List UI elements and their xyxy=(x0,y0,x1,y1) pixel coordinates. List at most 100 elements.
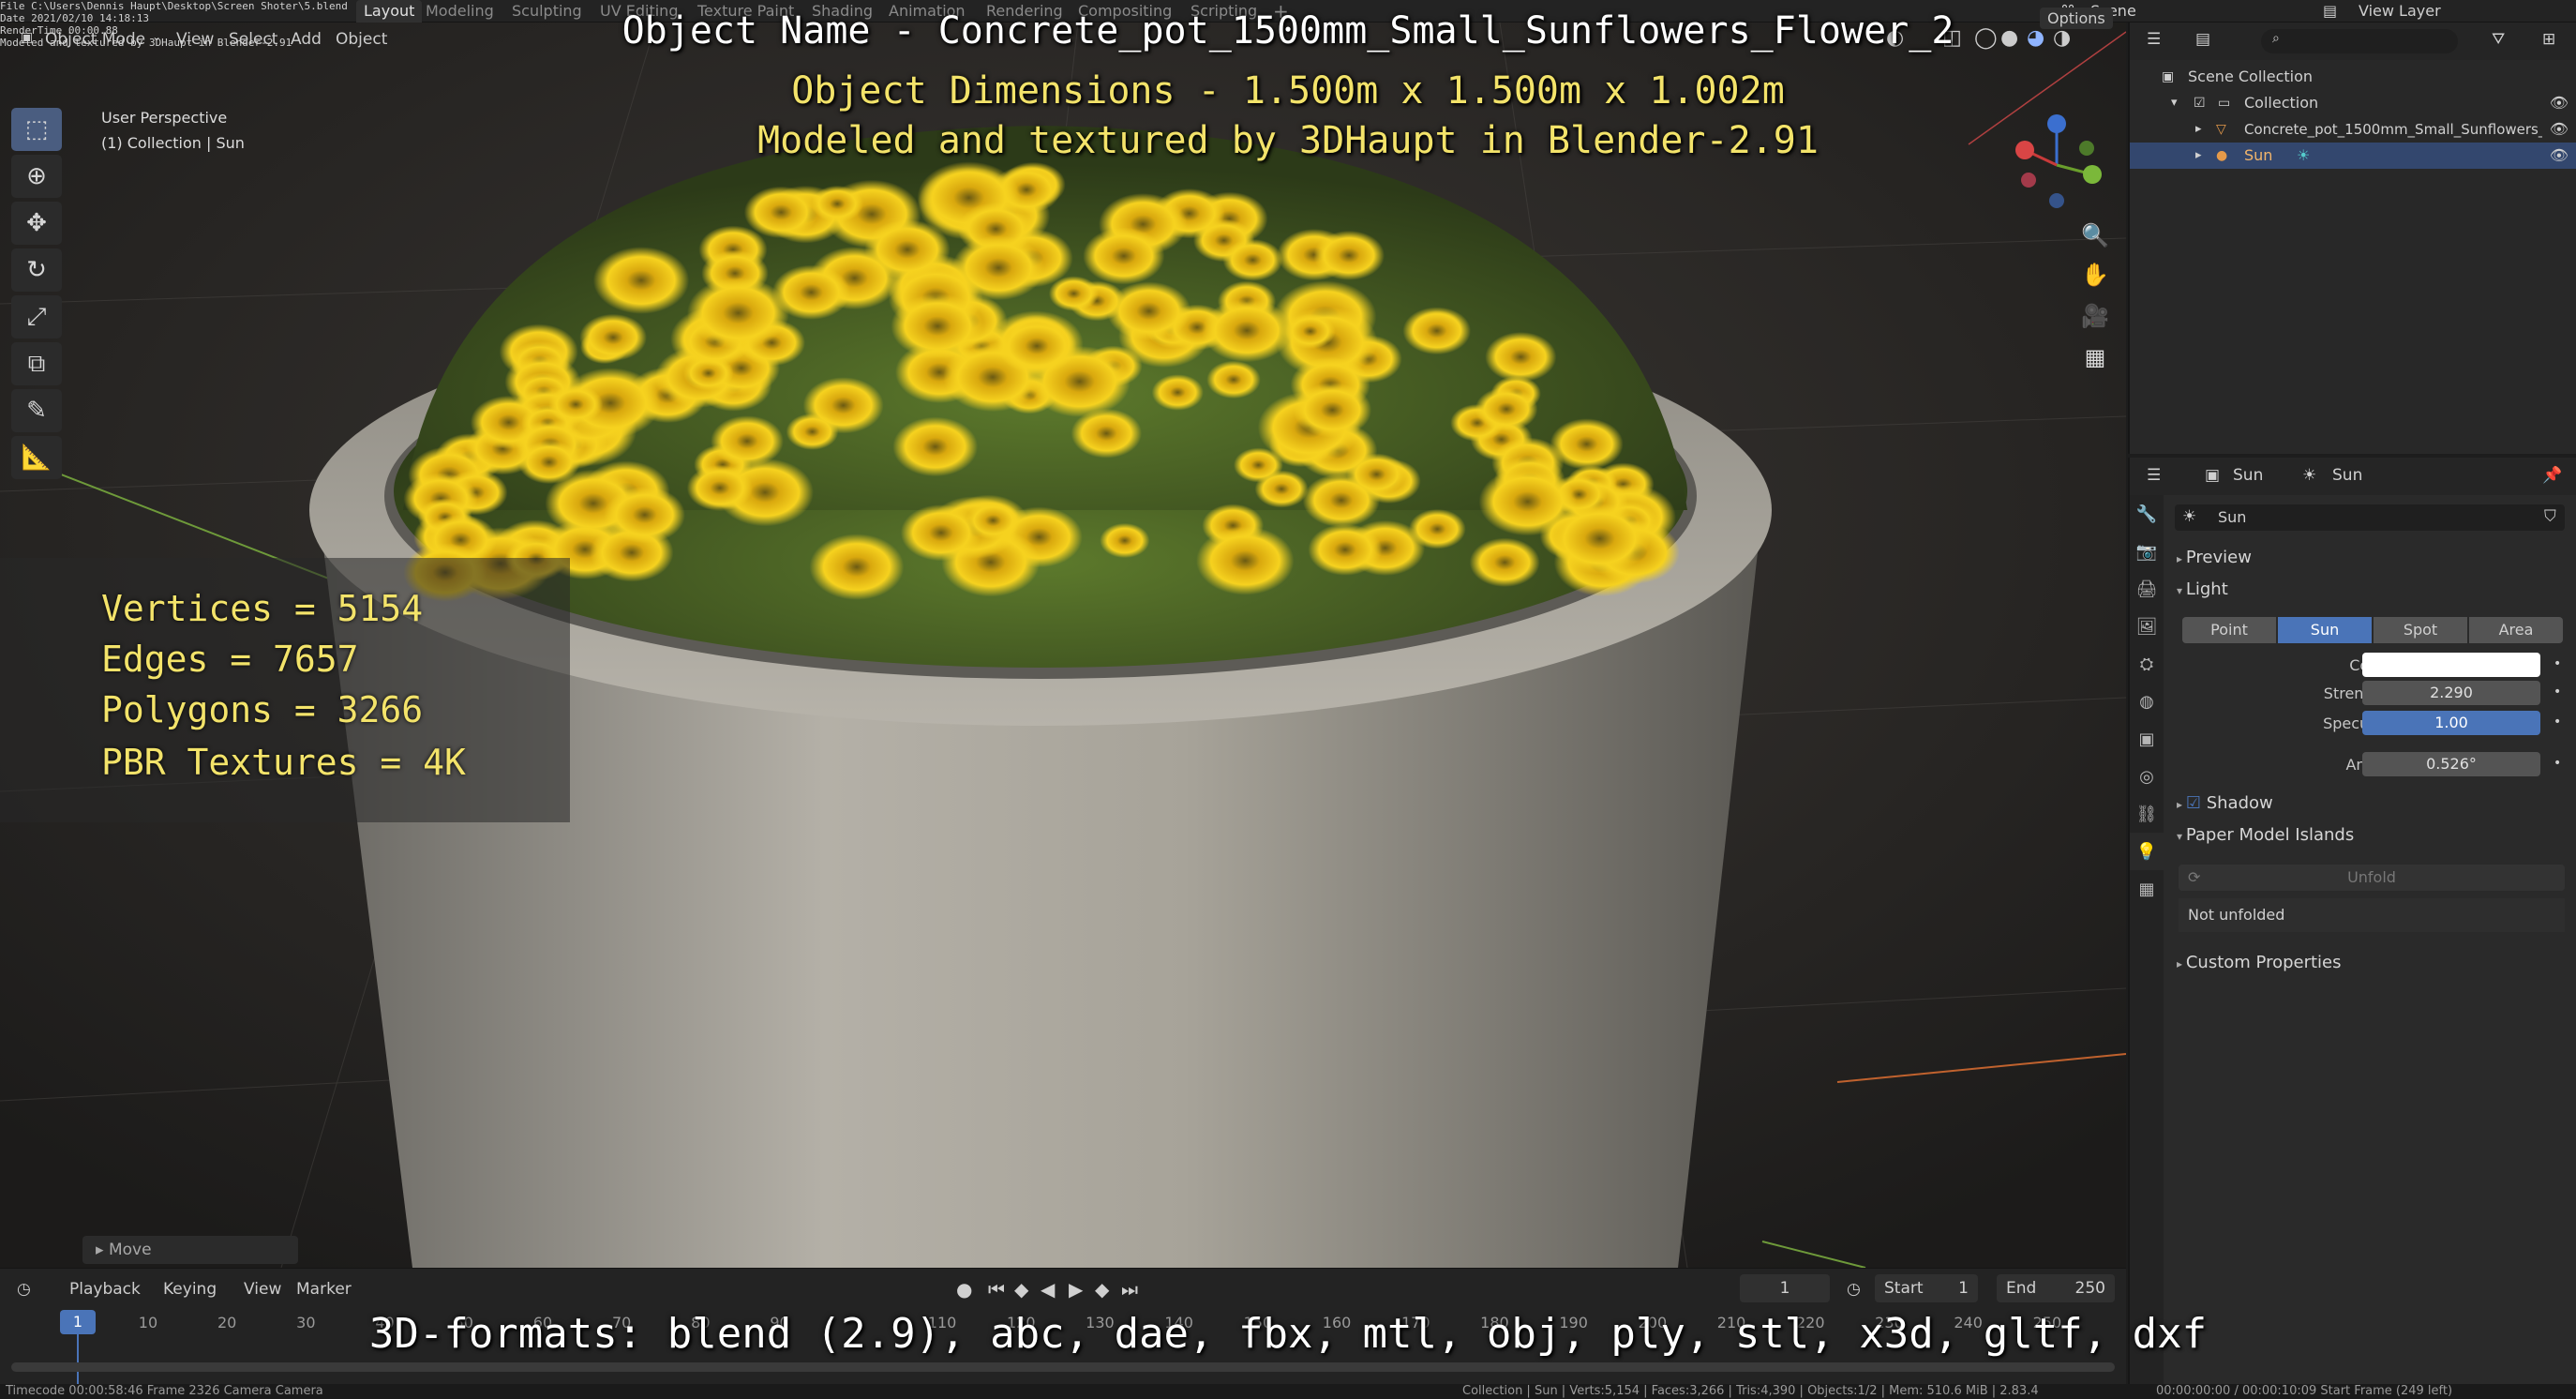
light-type-point[interactable]: Point xyxy=(2182,617,2276,643)
chevron-down-icon: ▾ xyxy=(2177,584,2186,597)
custom-properties-panel-header[interactable]: ▸ Custom Properties xyxy=(2177,953,2342,972)
scale-icon[interactable]: ⤢ xyxy=(11,295,62,338)
light-panel-label: Light xyxy=(2185,579,2228,599)
zoom-icon[interactable]: 🔍 xyxy=(2075,216,2115,255)
sunflower-head xyxy=(1313,230,1385,280)
shadow-panel-header[interactable]: ▸ ☑ Shadow xyxy=(2177,793,2273,813)
textures-stat: PBR Textures = 4K xyxy=(101,742,466,783)
formats-overlay: 3D-formats: blend (2.9), abc, dae, fbx, … xyxy=(368,1310,2208,1358)
chevron-down-icon: ▾ xyxy=(2177,830,2186,843)
refresh-icon: ⟳ xyxy=(2188,868,2201,886)
output-tab-icon[interactable]: 🖨 xyxy=(2130,570,2164,608)
clock-icon[interactable]: ◷ xyxy=(17,1280,31,1299)
end-frame-value: 250 xyxy=(2074,1279,2105,1298)
fake-user-shield-icon[interactable]: ⛉ xyxy=(2544,507,2556,526)
marker-menu[interactable]: Marker xyxy=(296,1280,352,1299)
camera-view-icon[interactable]: 🎥 xyxy=(2075,296,2115,336)
sunflower-head xyxy=(1346,453,1407,496)
pan-hand-icon[interactable]: ✋ xyxy=(2075,255,2115,294)
header-object-label: Sun xyxy=(2233,466,2264,485)
last-operator-panel[interactable]: ▸ Move xyxy=(82,1236,298,1264)
status-bar: Timecode 00:00:58:46 Frame 2326 Camera C… xyxy=(0,1384,2576,1399)
credit-overlay: Modeled and textured by 3DHaupt in Blend… xyxy=(757,119,1819,162)
keyframe-dot[interactable]: • xyxy=(2554,684,2561,700)
sunflower-head xyxy=(951,235,1045,301)
prev-keyframe-icon[interactable]: ◆ xyxy=(1014,1278,1028,1301)
transform-icon[interactable]: ⧉ xyxy=(11,342,62,385)
paper-model-panel-header[interactable]: ▾ Paper Model Islands xyxy=(2177,825,2354,845)
specular-slider[interactable]: 1.00 xyxy=(2362,711,2540,735)
polygons-stat: Polygons = 3266 xyxy=(101,689,424,730)
mesh-stats-overlay: Vertices = 5154 Edges = 7657 Polygons = … xyxy=(0,558,570,822)
start-frame-field[interactable]: Start 1 xyxy=(1875,1274,1978,1302)
end-frame-field[interactable]: End 250 xyxy=(1997,1274,2115,1302)
object-dimensions-overlay: Object Dimensions - 1.500m x 1.500m x 1.… xyxy=(791,69,1785,113)
pin-icon[interactable]: 📌 xyxy=(2542,466,2562,485)
measure-icon[interactable]: 📐 xyxy=(11,436,62,479)
shadow-checkbox-icon[interactable]: ☑ xyxy=(2186,793,2207,813)
sunflower-head xyxy=(996,318,1077,374)
physics-tab-icon[interactable]: ◎ xyxy=(2130,758,2164,795)
chevron-right-icon: ▸ xyxy=(96,1241,109,1259)
texture-tab-icon[interactable]: ▦ xyxy=(2130,870,2164,908)
unfold-status: Not unfolded xyxy=(2179,898,2565,932)
timeline-scrollbar[interactable] xyxy=(11,1362,2115,1372)
tool-tab-icon[interactable]: 🔧 xyxy=(2130,495,2164,533)
light-data-tab-icon[interactable]: 💡 xyxy=(2130,833,2164,870)
light-type-area[interactable]: Area xyxy=(2469,617,2563,643)
sunflower-head xyxy=(686,464,754,511)
sunflower-head xyxy=(1475,386,1538,431)
playback-menu[interactable]: Playback xyxy=(69,1280,141,1299)
play-icon[interactable]: ▶ xyxy=(1069,1278,1083,1301)
properties-editor-type-icon[interactable]: ☰ xyxy=(2147,466,2161,485)
annotate-icon[interactable]: ✎ xyxy=(11,389,62,432)
move-icon[interactable]: ✥ xyxy=(11,202,62,245)
start-frame-label: Start xyxy=(1884,1279,1924,1298)
sunflower-head xyxy=(1100,522,1150,559)
light-type-spot[interactable]: Spot xyxy=(2374,617,2467,643)
jump-end-icon[interactable]: ⏭ xyxy=(1121,1278,1138,1301)
play-reverse-icon[interactable]: ◀ xyxy=(1041,1278,1055,1301)
rotate-icon[interactable]: ↻ xyxy=(11,248,62,292)
keyframe-dot[interactable]: • xyxy=(2554,656,2561,671)
record-icon[interactable]: ● xyxy=(956,1278,972,1301)
light-data-icon: ☀ xyxy=(2302,466,2317,485)
scene-tab-icon[interactable]: ⛭ xyxy=(2130,645,2164,683)
light-type-sun[interactable]: Sun xyxy=(2278,617,2372,643)
sunflower-head xyxy=(711,415,784,467)
current-frame-field[interactable]: 1 xyxy=(1740,1274,1830,1302)
world-tab-icon[interactable]: ◍ xyxy=(2130,683,2164,720)
sunflower-head xyxy=(579,313,647,361)
keyframe-dot[interactable]: • xyxy=(2554,756,2561,771)
render-tab-icon[interactable]: 📷 xyxy=(2130,533,2164,570)
angle-field[interactable]: 0.526° xyxy=(2362,752,2540,776)
preview-panel-header[interactable]: ▸ Preview xyxy=(2177,548,2252,567)
sunflower-head xyxy=(1402,307,1471,355)
object-icon: ▣ xyxy=(2205,466,2221,485)
preview-panel-label: Preview xyxy=(2185,548,2252,567)
keying-menu[interactable]: Keying xyxy=(163,1280,217,1299)
sunflower-head xyxy=(592,247,690,314)
sunflower-head xyxy=(811,185,863,222)
shadow-panel-label: Shadow xyxy=(2206,793,2273,813)
view-layer-tab-icon[interactable]: 🖼 xyxy=(2130,608,2164,645)
light-panel-header[interactable]: ▾ Light xyxy=(2177,579,2228,599)
constraints-tab-icon[interactable]: ⛓ xyxy=(2130,795,2164,833)
object-tab-icon[interactable]: ▣ xyxy=(2130,720,2164,758)
preview-range-icon[interactable]: ◷ xyxy=(1847,1280,1861,1299)
chevron-right-icon: ▸ xyxy=(2177,957,2186,970)
next-keyframe-icon[interactable]: ◆ xyxy=(1095,1278,1109,1301)
color-swatch[interactable] xyxy=(2362,653,2540,677)
sunflower-head xyxy=(809,534,905,600)
strength-field[interactable]: 2.290 xyxy=(2362,681,2540,705)
properties-tabs: 🔧 📷 🖨 🖼 ⛭ ◍ ▣ ◎ ⛓ 💡 ▦ xyxy=(2130,495,2164,1384)
sunflower-head xyxy=(892,416,979,477)
keyframe-dot[interactable]: • xyxy=(2554,715,2561,730)
view-menu[interactable]: View xyxy=(244,1280,281,1299)
light-datablock-field[interactable]: ☀ Sun ⛉ xyxy=(2175,504,2565,531)
jump-start-icon[interactable]: ⏮ xyxy=(988,1278,1005,1301)
unfold-button[interactable]: ⟳ Unfold xyxy=(2179,865,2565,891)
sunflower-head xyxy=(1196,526,1295,595)
ortho-grid-icon[interactable]: ▦ xyxy=(2075,338,2115,377)
scene-statistics-text: Collection | Sun | Verts:5,154 | Faces:3… xyxy=(1462,1384,2039,1398)
